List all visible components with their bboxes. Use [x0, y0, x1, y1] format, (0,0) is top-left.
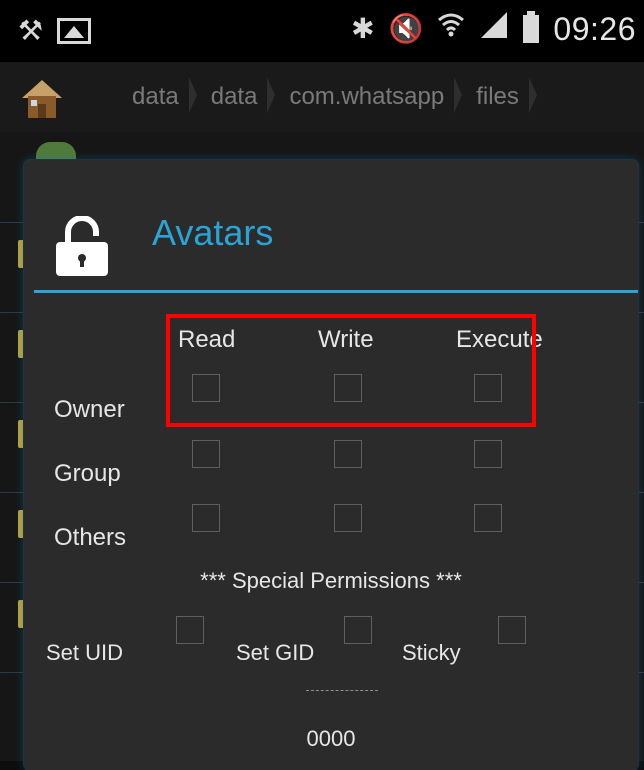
wifi-icon	[437, 10, 465, 48]
special-permissions-header: *** Special Permissions ***	[200, 568, 462, 593]
others-write-checkbox[interactable]	[334, 504, 362, 532]
octal-permission-value: 0000	[306, 726, 356, 751]
sticky-checkbox[interactable]	[498, 616, 526, 644]
dialog-title: Avatars	[152, 212, 274, 253]
row-label-group: Group	[54, 460, 121, 487]
signal-icon	[479, 10, 509, 48]
gallery-icon	[57, 18, 92, 44]
breadcrumb-bar: data data com.whatsapp files	[0, 62, 644, 133]
separator-line	[306, 690, 378, 691]
row-label-others: Others	[54, 524, 127, 551]
permissions-dialog: Avatars Read Write Execute Owner Group O…	[24, 160, 638, 770]
row-label-owner: Owner	[54, 396, 125, 423]
clock: 09:26	[553, 10, 636, 47]
setuid-label: Set UID	[46, 640, 124, 665]
status-bar: ⚒ ✱ 🔇 09:26	[0, 0, 644, 62]
others-execute-checkbox[interactable]	[474, 504, 502, 532]
breadcrumb-item-data-2[interactable]: data	[197, 77, 276, 113]
home-icon[interactable]	[18, 74, 66, 122]
breadcrumb-item-com-whatsapp[interactable]: com.whatsapp	[275, 77, 462, 113]
setuid-checkbox[interactable]	[176, 616, 204, 644]
breadcrumb-item-data[interactable]: data	[118, 77, 197, 113]
battery-icon	[523, 11, 540, 43]
setgid-label: Set GID	[236, 640, 315, 665]
others-read-checkbox[interactable]	[192, 504, 220, 532]
setgid-checkbox[interactable]	[344, 616, 372, 644]
dialog-header: Avatars	[24, 160, 638, 290]
sticky-label: Sticky	[402, 640, 461, 665]
group-write-checkbox[interactable]	[334, 440, 362, 468]
bluetooth-icon: ✱	[351, 13, 375, 44]
unlock-icon	[56, 216, 108, 276]
breadcrumb: data data com.whatsapp files	[118, 62, 537, 132]
group-execute-checkbox[interactable]	[474, 440, 502, 468]
highlight-box	[166, 314, 536, 427]
title-divider	[34, 290, 638, 293]
usb-debug-icon: ⚒	[18, 15, 44, 46]
group-read-checkbox[interactable]	[192, 440, 220, 468]
mute-icon: 🔇	[388, 13, 424, 44]
breadcrumb-item-files[interactable]: files	[462, 77, 537, 113]
